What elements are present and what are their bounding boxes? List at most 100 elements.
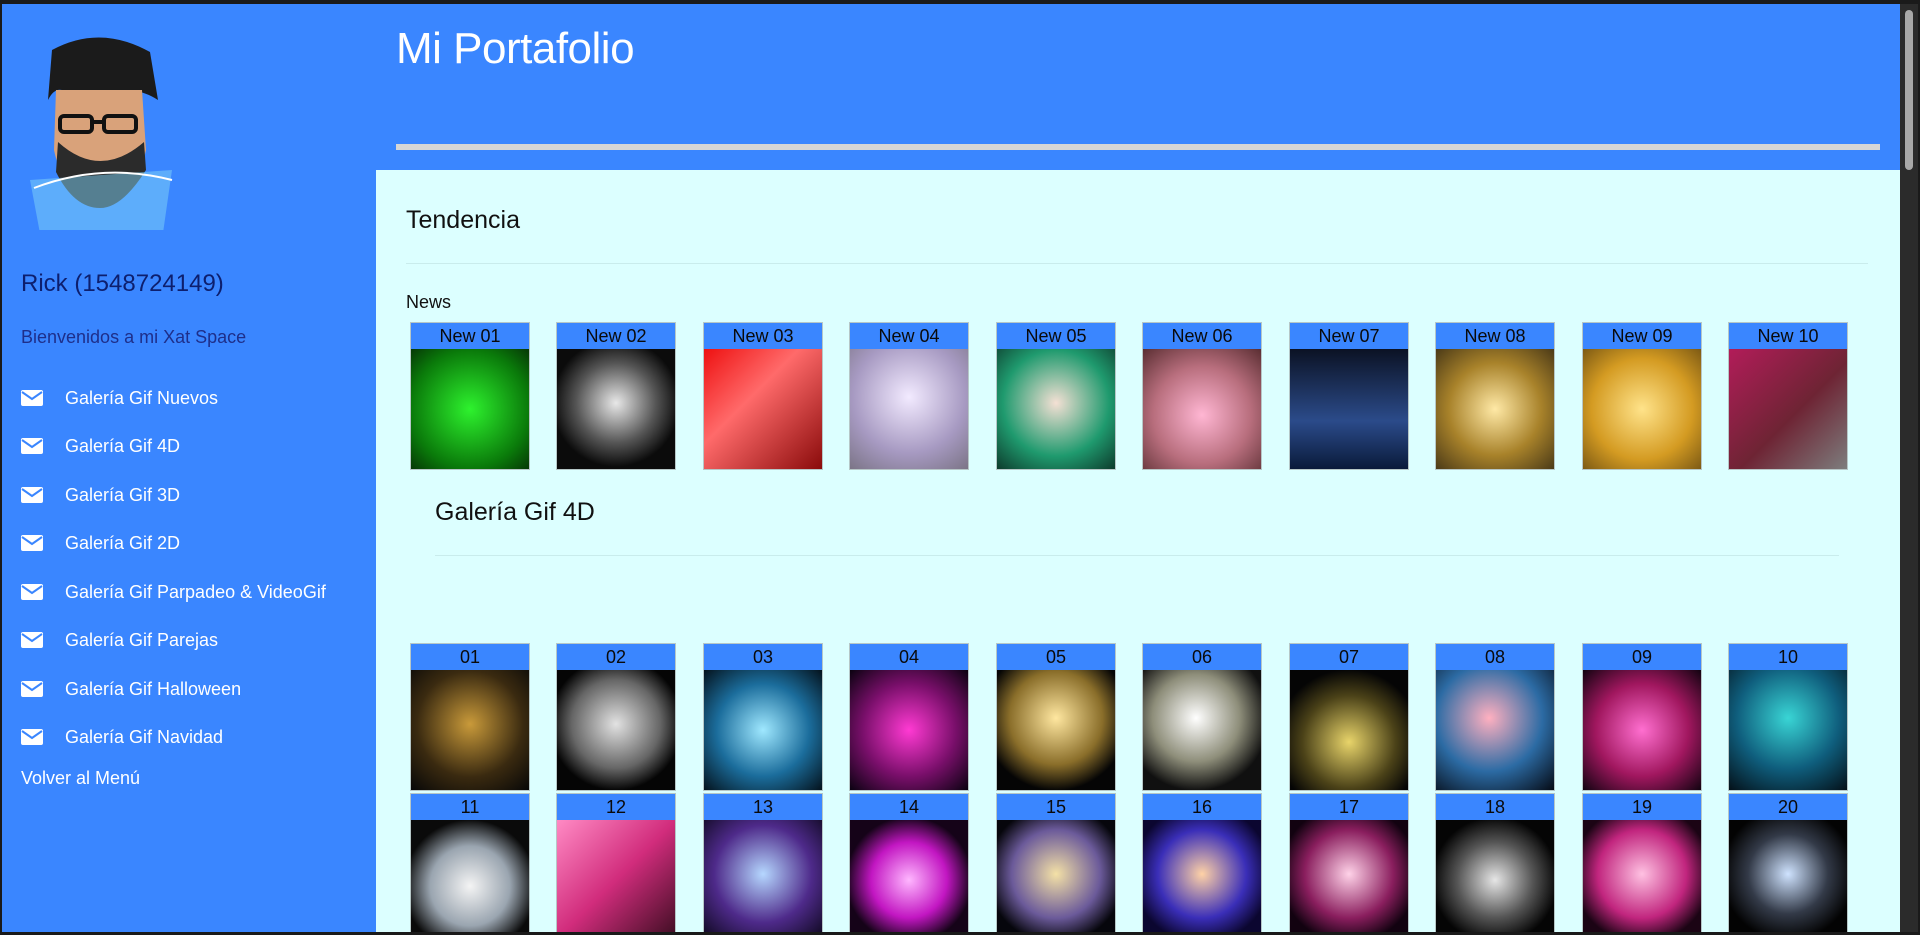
gallery-title: Galería Gif 4D	[435, 498, 595, 526]
card-label: 11	[411, 794, 529, 820]
gallery-card-19[interactable]: 19	[1582, 793, 1702, 932]
user-name: Rick (1548724149)	[21, 270, 224, 297]
gif-thumbnail	[1290, 820, 1408, 932]
gallery-card-20[interactable]: 20	[1728, 793, 1848, 932]
gif-thumbnail	[1143, 820, 1261, 932]
card-label: 10	[1729, 644, 1847, 670]
sidebar-item-galeria-3d[interactable]: Galería Gif 3D	[21, 480, 180, 510]
news-card-06[interactable]: New 06	[1142, 322, 1262, 470]
card-label: New 01	[411, 323, 529, 349]
scrollbar-thumb[interactable]	[1905, 10, 1913, 170]
gallery-card-18[interactable]: 18	[1435, 793, 1555, 932]
gif-thumbnail	[1290, 670, 1408, 790]
gallery-card-09[interactable]: 09	[1582, 643, 1702, 791]
card-label: 20	[1729, 794, 1847, 820]
news-card-09[interactable]: New 09	[1582, 322, 1702, 470]
news-card-03[interactable]: New 03	[703, 322, 823, 470]
main-content: Tendencia News New 01 New 02 New 03 New …	[376, 170, 1900, 932]
envelope-icon	[21, 487, 43, 503]
card-label: New 07	[1290, 323, 1408, 349]
card-label: 17	[1290, 794, 1408, 820]
envelope-icon	[21, 535, 43, 551]
gif-thumbnail	[411, 349, 529, 469]
sidebar-item-label: Galería Gif Parejas	[65, 629, 219, 650]
sidebar-item-galeria-parejas[interactable]: Galería Gif Parejas	[21, 625, 218, 655]
gif-thumbnail	[557, 670, 675, 790]
card-label: 12	[557, 794, 675, 820]
gallery-card-04[interactable]: 04	[849, 643, 969, 791]
envelope-icon	[21, 390, 43, 406]
news-label: News	[406, 292, 452, 312]
card-label: 08	[1436, 644, 1554, 670]
sidebar-item-galeria-4d[interactable]: Galería Gif 4D	[21, 431, 180, 461]
sidebar-item-galeria-nuevos[interactable]: Galería Gif Nuevos	[21, 383, 218, 413]
page-title: Mi Portafolio	[396, 24, 635, 73]
sidebar-item-galeria-halloween[interactable]: Galería Gif Halloween	[21, 674, 241, 704]
news-card-07[interactable]: New 07	[1289, 322, 1409, 470]
news-card-08[interactable]: New 08	[1435, 322, 1555, 470]
gallery-card-01[interactable]: 01	[410, 643, 530, 791]
gif-thumbnail	[850, 670, 968, 790]
envelope-icon	[21, 584, 43, 600]
news-card-02[interactable]: New 02	[556, 322, 676, 470]
sidebar-item-label: Galería Gif Parpadeo & VideoGif	[65, 581, 326, 602]
news-card-04[interactable]: New 04	[849, 322, 969, 470]
card-label: 03	[704, 644, 822, 670]
gif-thumbnail	[1143, 670, 1261, 790]
gif-thumbnail	[557, 349, 675, 469]
gallery-card-16[interactable]: 16	[1142, 793, 1262, 932]
back-to-menu-link[interactable]: Volver al Menú	[21, 768, 140, 789]
gallery-card-06[interactable]: 06	[1142, 643, 1262, 791]
card-label: 06	[1143, 644, 1261, 670]
section-divider	[406, 263, 1868, 264]
gif-thumbnail	[997, 820, 1115, 932]
sidebar-item-label: Galería Gif Halloween	[65, 678, 242, 699]
gallery-card-15[interactable]: 15	[996, 793, 1116, 932]
gallery-card-10[interactable]: 10	[1728, 643, 1848, 791]
card-label: New 03	[704, 323, 822, 349]
gallery-card-07[interactable]: 07	[1289, 643, 1409, 791]
welcome-text: Bienvenidos a mi Xat Space	[21, 327, 247, 347]
gallery-card-12[interactable]: 12	[556, 793, 676, 932]
gif-thumbnail	[850, 349, 968, 469]
card-label: 16	[1143, 794, 1261, 820]
sidebar-item-label: Galería Gif 3D	[65, 484, 181, 505]
sidebar-item-galeria-2d[interactable]: Galería Gif 2D	[21, 528, 180, 558]
avatar-logo	[22, 30, 178, 244]
gallery-card-03[interactable]: 03	[703, 643, 823, 791]
gallery-card-13[interactable]: 13	[703, 793, 823, 932]
news-card-10[interactable]: New 10	[1728, 322, 1848, 470]
news-card-05[interactable]: New 05	[996, 322, 1116, 470]
card-label: New 04	[850, 323, 968, 349]
gif-thumbnail	[997, 670, 1115, 790]
gallery-card-11[interactable]: 11	[410, 793, 530, 932]
gallery-card-05[interactable]: 05	[996, 643, 1116, 791]
sidebar-item-galeria-parpadeo[interactable]: Galería Gif Parpadeo & VideoGif	[21, 577, 326, 607]
gif-thumbnail	[997, 349, 1115, 469]
envelope-icon	[21, 729, 43, 745]
gallery-card-08[interactable]: 08	[1435, 643, 1555, 791]
card-label: 19	[1583, 794, 1701, 820]
gif-thumbnail	[1583, 670, 1701, 790]
page-header: Mi Portafolio	[376, 4, 1900, 170]
card-label: New 10	[1729, 323, 1847, 349]
gallery-card-17[interactable]: 17	[1289, 793, 1409, 932]
card-label: 13	[704, 794, 822, 820]
card-label: 18	[1436, 794, 1554, 820]
section-title: Tendencia	[406, 206, 520, 234]
gallery-card-14[interactable]: 14	[849, 793, 969, 932]
card-label: 02	[557, 644, 675, 670]
gif-thumbnail	[1290, 349, 1408, 469]
gallery-card-02[interactable]: 02	[556, 643, 676, 791]
sidebar-item-label: Galería Gif Nuevos	[65, 387, 219, 408]
gif-thumbnail	[1583, 349, 1701, 469]
sidebar-item-galeria-navidad[interactable]: Galería Gif Navidad	[21, 722, 223, 752]
gif-thumbnail	[704, 670, 822, 790]
card-label: New 05	[997, 323, 1115, 349]
sidebar-item-label: Galería Gif 4D	[65, 435, 181, 456]
card-label: 09	[1583, 644, 1701, 670]
news-card-01[interactable]: New 01	[410, 322, 530, 470]
vertical-scrollbar[interactable]	[1900, 4, 1918, 932]
gallery-divider	[435, 555, 1839, 556]
card-label: 04	[850, 644, 968, 670]
